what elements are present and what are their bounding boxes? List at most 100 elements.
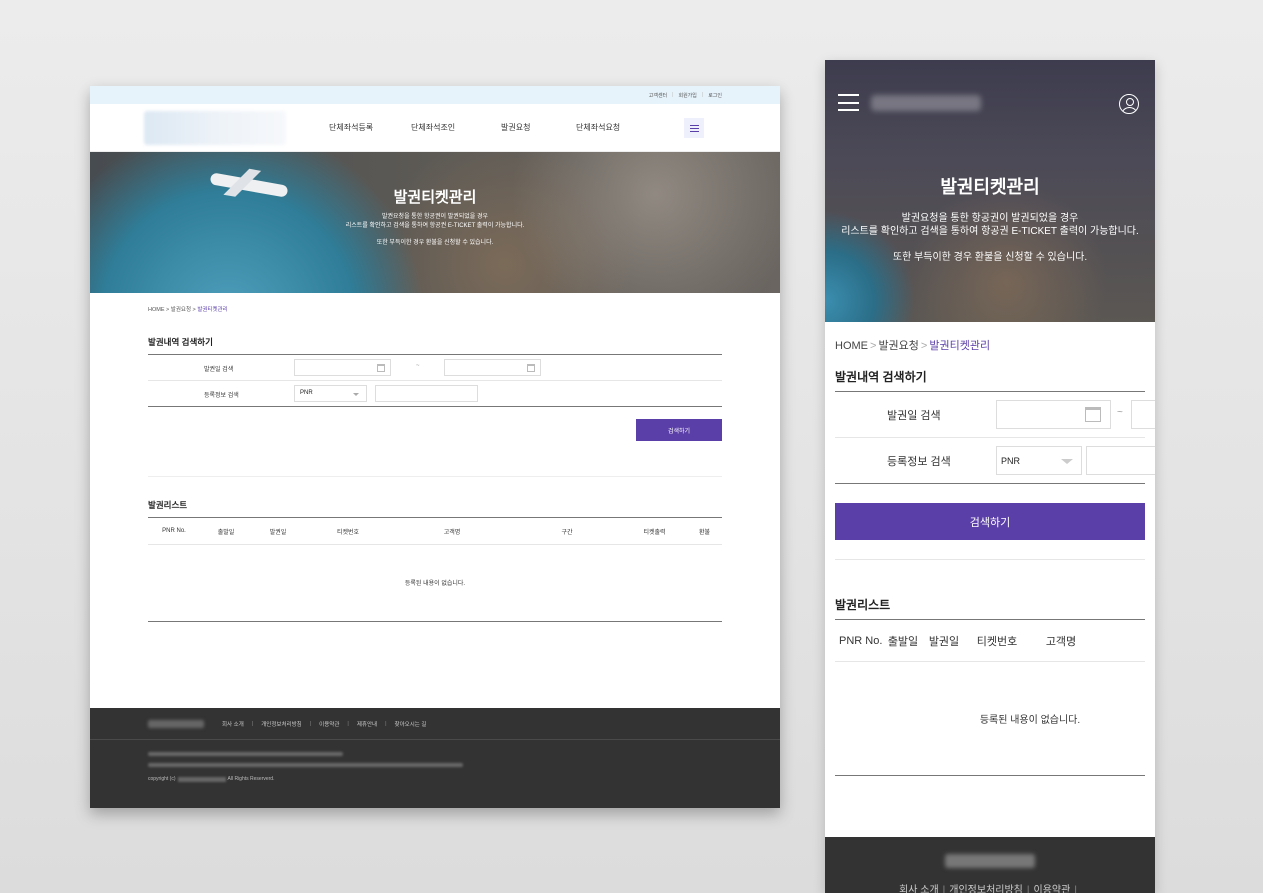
breadcrumb-current: 발권티켓관리 [929,340,991,352]
search-keyword-input[interactable] [375,385,478,402]
breadcrumb-home[interactable]: HOME [148,307,165,313]
empty-list-message: 등록된 내용이 없습니다. [835,662,1145,776]
start-date-input[interactable] [294,359,391,376]
column-ticket-number: 티켓번호 [336,529,360,536]
mobile-hero-description-line2: 리스트를 확인하고 검색을 통하여 항공권 E-TICKET 출력이 가능합니다… [841,226,1139,237]
hero-description-line2: 리스트를 확인하고 검색을 통하여 항공권 E-TICKET 출력이 가능합니다… [345,223,525,229]
column-departure-date: 출발일 [217,529,235,536]
ticket-list-title: 발권리스트 [148,499,722,518]
column-ticket-number: 티켓번호 [976,635,1018,648]
footer-link-partnership[interactable]: 제휴안내 [357,720,377,728]
mobile-hero-description-line3: 또한 부득이한 경우 환불을 신청할 수 있습니다. [892,252,1088,263]
mobile-hero-title: 발권티켓관리 [940,177,1040,197]
date-search-label: 발권일 검색 [887,410,941,422]
footer-link-company[interactable]: 회사 소개 [899,885,939,893]
nav-ticket-request[interactable]: 발권요청 [501,122,576,133]
breadcrumb-current: 발권티켓관리 [197,307,228,313]
nav-group-seat-join[interactable]: 단체좌석조인 [411,122,501,133]
end-date-input[interactable] [444,359,541,376]
footer-link-company[interactable]: 회사 소개 [222,720,244,728]
column-ticket-print: 티켓출력 [643,529,666,536]
site-header: 단체좌석등록 단체좌석조인 발권요청 단체좌석요청 [90,104,780,152]
column-refund: 환불 [698,529,711,536]
signup-link[interactable]: 회원가입 [678,92,696,99]
mobile-hero-description-line1: 발권요청을 통한 항공권이 발권되었을 경우 [901,213,1079,224]
calendar-icon[interactable] [527,364,535,372]
mobile-footer-links: 회사 소개 | 개인정보처리방침 | 이용약관 | [825,881,1155,893]
date-range-separator: ~ [1117,407,1123,418]
nav-group-seat-request[interactable]: 단체좌석요청 [576,122,620,133]
main-nav: 단체좌석등록 단체좌석조인 발권요청 단체좌석요청 [329,122,620,133]
hero-description-line1: 발권요청을 통한 항공권이 발권되었을 경우 [381,214,489,220]
footer-links: 회사 소개 | 개인정보처리방침 | 이용약관 | 제휴안내 | 찾아오시는 길 [90,708,780,740]
login-link[interactable]: 로그인 [708,92,722,99]
footer-link-directions[interactable]: 찾아오시는 길 [395,720,427,728]
date-range-separator: ~ [416,363,420,369]
hero-title: 발권티켓관리 [393,189,477,206]
mobile-ticket-list-title: 발권리스트 [835,596,1145,620]
date-search-label: 발권일 검색 [204,367,234,373]
breadcrumb-parent[interactable]: 발권요청 [171,307,191,313]
column-departure-date: 출발일 [887,635,919,648]
user-icon[interactable] [1119,94,1139,114]
search-type-select[interactable]: PNR [294,385,367,402]
column-route: 구간 [561,529,573,536]
column-issue-date: 발권일 [269,529,287,536]
column-pnr: PNR No. [162,528,186,534]
column-issue-date: 발권일 [928,635,960,648]
column-customer-name: 고객명 [1045,635,1077,648]
menu-icon[interactable] [838,94,859,111]
info-search-label: 등록정보 검색 [204,393,239,399]
search-button[interactable]: 검색하기 [636,419,722,441]
info-search-row: 등록정보 검색 PNR [148,381,722,407]
hero-banner: 발권티켓관리 발권요청을 통한 항공권이 발권되었을 경우 리스트를 확인하고 … [90,152,780,293]
mobile-page-mockup: 발권티켓관리 발권요청을 통한 항공권이 발권되었을 경우 리스트를 확인하고 … [825,60,1155,893]
column-pnr: PNR No. [839,634,883,647]
footer-link-privacy[interactable]: 개인정보처리방침 [949,885,1023,893]
hero-description-line3: 또한 부득이한 경우 환불을 신청할 수 있습니다. [376,240,494,246]
search-section-title: 발권내역 검색하기 [148,336,722,355]
mobile-info-search-row: 등록정보 검색 PNR [835,438,1155,484]
site-logo[interactable] [144,111,286,145]
search-keyword-input[interactable] [1086,446,1155,475]
info-search-label: 등록정보 검색 [887,456,951,468]
main-content: HOME > 발권요청 > 발권티켓관리 발권내역 검색하기 발권일 검색 ~ … [90,305,780,622]
utility-bar: 고객센터 | 회원가입 | 로그인 [90,86,780,104]
menu-icon[interactable] [684,118,704,138]
mobile-table-header: PNR No. 출발일 발권일 티켓번호 고객명 [835,620,1145,662]
calendar-icon[interactable] [377,364,385,372]
table-header: PNR No. 출발일 발권일 티켓번호 고객명 구간 티켓출력 환불 [148,518,722,545]
footer-link-terms[interactable]: 이용약관 [1034,885,1071,893]
copyright: copyright (c) All Rights Reserverd. [148,776,275,782]
end-date-input[interactable] [1131,400,1155,429]
desktop-page-mockup: 고객센터 | 회원가입 | 로그인 단체좌석등록 단체좌석조인 발권요청 단체좌… [90,86,780,808]
breadcrumb-home[interactable]: HOME [835,340,868,352]
search-type-select[interactable]: PNR [996,446,1082,475]
footer-logo [148,719,204,728]
mobile-footer: 회사 소개 | 개인정보처리방침 | 이용약관 | [825,837,1155,893]
site-footer: 회사 소개 | 개인정보처리방침 | 이용약관 | 제휴안내 | 찾아오시는 길… [90,708,780,808]
chevron-down-icon [353,393,359,396]
chevron-down-icon [1061,459,1073,464]
calendar-icon[interactable] [1085,407,1101,422]
mobile-site-logo[interactable] [871,95,981,111]
customer-center-link[interactable]: 고객센터 [649,92,667,99]
start-date-input[interactable] [996,400,1111,429]
column-customer-name: 고객명 [443,529,461,536]
mobile-date-search-row: 발권일 검색 ~ [835,392,1155,438]
mobile-main-content: HOME > 발권요청 > 발권티켓관리 발권내역 검색하기 발권일 검색 ~ 등록정보… [825,337,1155,776]
date-search-row: 발권일 검색 ~ [148,355,722,381]
footer-link-terms[interactable]: 이용약관 [319,720,339,728]
mobile-breadcrumb: HOME > 발권요청 > 발권티켓관리 [835,340,991,352]
footer-company-info [148,752,343,756]
search-button[interactable]: 검색하기 [835,503,1145,540]
footer-contact-info [148,763,463,767]
footer-logo [945,854,1035,868]
empty-list-message: 등록된 내용이 없습니다. [148,545,722,622]
mobile-hero-banner: 발권티켓관리 발권요청을 통한 항공권이 발권되었을 경우 리스트를 확인하고 … [825,60,1155,322]
breadcrumb-parent[interactable]: 발권요청 [878,340,918,352]
breadcrumb: HOME > 발권요청 > 발권티켓관리 [148,307,228,313]
footer-link-privacy[interactable]: 개인정보처리방침 [261,720,301,728]
mobile-search-section-title: 발권내역 검색하기 [835,368,1145,392]
nav-group-seat-register[interactable]: 단체좌석등록 [329,122,411,133]
